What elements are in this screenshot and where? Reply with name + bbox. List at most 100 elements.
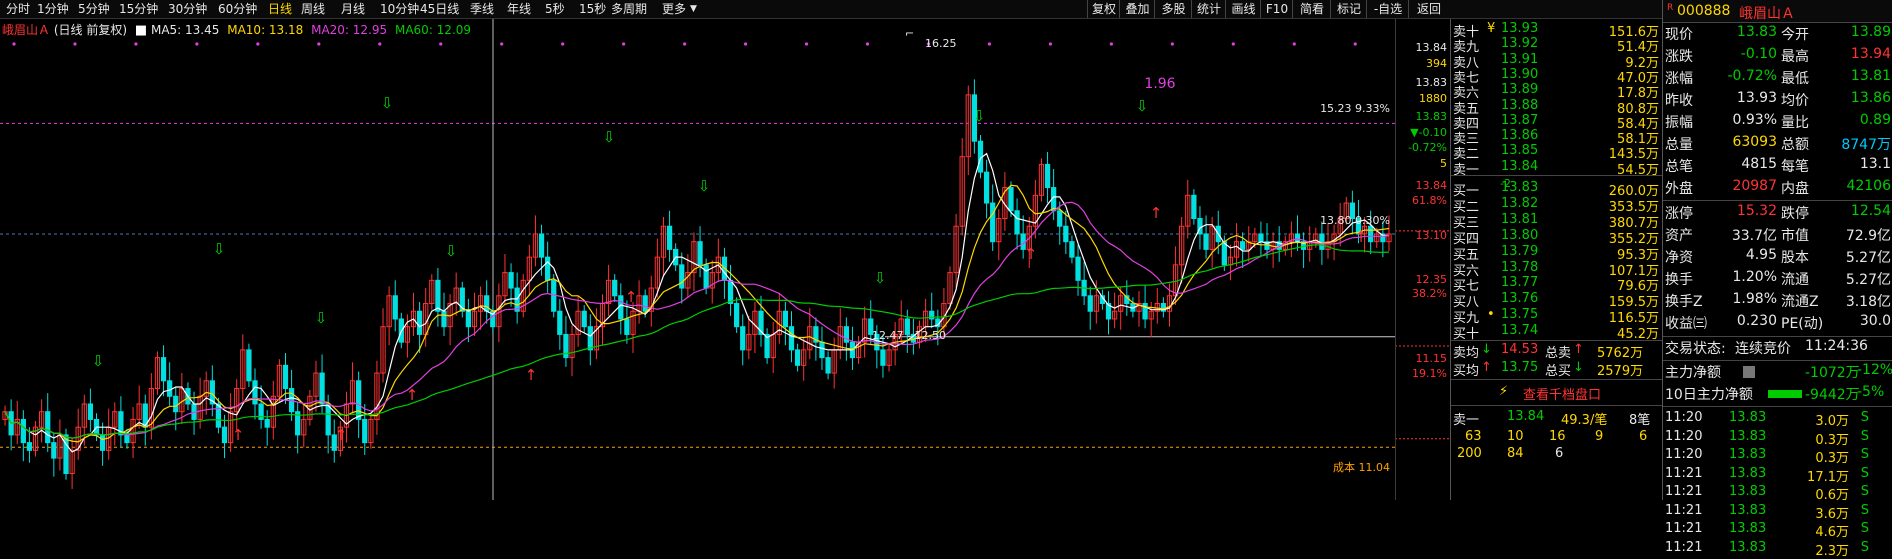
candle-body <box>362 418 368 444</box>
trade-time: 11:20 <box>1665 447 1703 462</box>
trade-price: 13.83 <box>1729 447 1767 462</box>
ask-price: 13.87 <box>1501 112 1539 128</box>
period-9[interactable]: 10分钟 <box>380 0 419 18</box>
quote-l1: 涨幅 <box>1665 71 1693 87</box>
period-4[interactable]: 30分钟 <box>168 0 207 18</box>
bid-row[interactable]: 买一 13.83 260.0万 <box>1451 180 1663 199</box>
bid-row[interactable]: 买七 13.77 79.6万 <box>1451 275 1663 294</box>
chart-canvas[interactable]: ↑ ↑ ↑ ↑ ↑ ↑ ↑ ↑ ⇩ ⇩ ⇩ ⇩ ⇩ ⇩ ⇩ ⇩ ⇩ ⇩ 16.25 ⌐ 12.47 - 12.50 1.9… <box>0 19 1450 500</box>
queue-cell: 9 <box>1595 429 1604 444</box>
candle-body <box>221 426 228 444</box>
quote-row: 涨跌 -0.10 最高 13.94 <box>1663 46 1892 68</box>
period-3[interactable]: 15分钟 <box>119 0 158 18</box>
bid-row[interactable]: 买五 13.79 95.3万 <box>1451 244 1663 263</box>
candle-body <box>1294 233 1301 243</box>
period-0[interactable]: 分时 <box>6 0 30 18</box>
bid-row[interactable]: 买十 13.74 45.2万 <box>1451 323 1663 342</box>
bid-row[interactable]: 买四 13.80 355.2万 <box>1451 228 1663 247</box>
period-6[interactable]: 日线 <box>268 0 292 18</box>
period-11[interactable]: 季线 <box>470 0 494 18</box>
candle-body <box>1057 210 1063 227</box>
stock-code: 000888 <box>1677 3 1731 19</box>
capital-value: -9442万 <box>1805 387 1860 403</box>
trade-vol: 0.3万 <box>1815 451 1849 466</box>
period-10[interactable]: 45日线 <box>420 0 459 18</box>
trade-row: 11:21 13.83 2.3万 S <box>1663 540 1892 559</box>
tool-button-0[interactable]: 复权 <box>1087 0 1120 18</box>
view-depth-button[interactable]: ⚡ 查看千档盘口 <box>1451 384 1663 403</box>
candle-body <box>990 202 996 243</box>
candle-body <box>356 380 362 420</box>
tool-button-7[interactable]: 标记 <box>1330 0 1367 18</box>
period-2[interactable]: 5分钟 <box>78 0 110 18</box>
period-15[interactable]: 多周期 <box>611 0 647 18</box>
quote-l2: 股本 <box>1781 250 1809 266</box>
period-5[interactable]: 60分钟 <box>218 0 257 18</box>
bid-row[interactable]: 买二 13.82 353.5万 <box>1451 196 1663 215</box>
quote-l2: 量比 <box>1781 115 1809 131</box>
legend-mode: (日线 前复权) <box>53 23 128 37</box>
period-14[interactable]: 15秒 <box>579 0 606 18</box>
trade-side: S <box>1860 484 1869 499</box>
legend-ma20: MA20: 12.95 <box>311 23 388 37</box>
period-1[interactable]: 1分钟 <box>37 0 69 18</box>
sell-arrow-icon: ⇩ <box>92 352 105 370</box>
queue-cell: 16 <box>1549 429 1566 444</box>
legend-stock-name[interactable]: 峨眉山Ａ <box>2 23 50 37</box>
axis-label: 12.35 <box>1415 273 1448 286</box>
queue-cell: 6 <box>1555 446 1564 461</box>
bid-row[interactable]: 买八 13.76 159.5万 <box>1451 291 1663 310</box>
period-8[interactable]: 月线 <box>341 0 365 18</box>
tool-button-8[interactable]: -自选 <box>1366 0 1409 18</box>
trade-state-label: 交易状态: <box>1665 341 1726 357</box>
candlestick-chart[interactable]: ↑ ↑ ↑ ↑ ↑ ↑ ↑ ↑ ⇩ ⇩ ⇩ ⇩ ⇩ ⇩ ⇩ ⇩ ⇩ ⇩ 16.25 ⌐ 12.47 - 12.50 1.9… <box>0 19 1450 500</box>
ask-price: 13.93 <box>1501 21 1539 36</box>
trade-row: 11:20 13.83 0.3万 S <box>1663 447 1892 466</box>
sell-arrow-icon: ⇩ <box>381 94 394 112</box>
signal-dot <box>987 42 992 46</box>
candle-body <box>264 418 270 428</box>
tool-button-2[interactable]: 多股 <box>1154 0 1192 18</box>
candle-body <box>642 295 648 312</box>
trade-vol: 3.0万 <box>1815 414 1849 429</box>
quote-v2: 72.9亿 <box>1845 228 1891 244</box>
quote-row: 总量 63093 总额 8747万 <box>1663 134 1892 156</box>
period-16[interactable]: 更多 <box>662 0 686 18</box>
tool-button-1[interactable]: 叠加 <box>1119 0 1155 18</box>
tool-button-5[interactable]: F10 <box>1260 0 1293 18</box>
avg-sell-label: 卖均 <box>1453 346 1480 361</box>
avg-sell-arrow: ↓ <box>1481 342 1492 357</box>
quote-l2: PE(动) <box>1781 316 1824 332</box>
signal-dot <box>73 42 77 46</box>
candle-body <box>782 310 789 328</box>
candle-body <box>1069 241 1075 258</box>
period-7[interactable]: 周线 <box>301 0 325 18</box>
quote-l1: 总笔 <box>1665 159 1693 175</box>
capital-row-1: 主力净额 -1072万 -12% <box>1663 362 1892 384</box>
ask-row[interactable]: 卖一 13.84 54.5万 <box>1451 159 1663 178</box>
avg-sell-price: 14.53 <box>1501 342 1539 357</box>
trade-vol: 0.6万 <box>1815 488 1849 503</box>
trade-price: 13.83 <box>1729 465 1767 481</box>
candle-body <box>1319 233 1325 250</box>
tool-button-6[interactable]: 简看 <box>1292 0 1331 18</box>
queue-row: 卖一 13.84 49.3/笔 8笔 <box>1451 409 1663 428</box>
trade-state-time: 11:24:36 <box>1805 338 1868 354</box>
quote-v1: 4.95 <box>1745 247 1777 263</box>
quote-v1: 1.98% <box>1732 291 1777 307</box>
candle-body <box>392 295 398 320</box>
quote-v1: 1.20% <box>1732 269 1777 285</box>
ask-price: 13.92 <box>1501 36 1539 52</box>
tool-button-3[interactable]: 统计 <box>1191 0 1226 18</box>
tool-button-4[interactable]: 画线 <box>1225 0 1261 18</box>
bid-row[interactable]: 买六 13.78 107.1万 <box>1451 260 1663 279</box>
trade-vol: 2.3万 <box>1815 543 1849 559</box>
bid-row[interactable]: 买九 • 13.75 116.5万 <box>1451 307 1663 326</box>
bid-row[interactable]: 买三 13.81 380.7万 <box>1451 212 1663 231</box>
total-sell-value: 5762万 <box>1597 346 1644 361</box>
period-13[interactable]: 5秒 <box>545 0 565 18</box>
period-12[interactable]: 年线 <box>507 0 531 18</box>
candle-body <box>733 303 740 328</box>
tool-button-9[interactable]: 返回 <box>1408 0 1449 18</box>
chevron-down-icon[interactable]: ▼ <box>690 0 697 18</box>
